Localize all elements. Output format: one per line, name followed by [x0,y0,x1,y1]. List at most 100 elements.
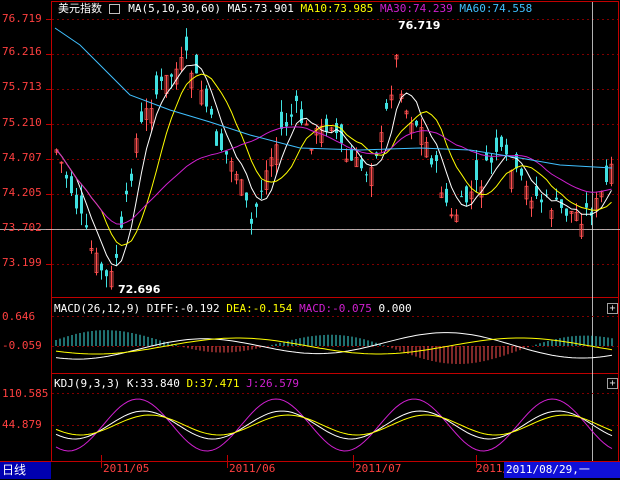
candle-body-90 [500,136,503,147]
main-panel-header: 美元指数 MA(5,10,30,60) MA5:73.901 MA10:73.9… [58,2,532,15]
period-tab-daily[interactable]: 日线 [0,462,51,479]
candle-body-21 [155,75,158,95]
y-tick-5: 74.707 [2,151,42,164]
candle-body-50 [300,109,303,124]
candle-body-57 [335,123,338,134]
ma30-value: MA30:74.239 [379,2,453,15]
candle-body-24 [170,74,173,77]
kdj-y-tick-2: 44.879 [2,418,42,431]
candle-body-98 [540,199,543,203]
ma-params: MA(5,10,30,60) [128,2,221,15]
candle-body-49 [295,95,298,102]
candle-body-67 [385,102,388,109]
kdj-expand-plus-icon[interactable]: + [607,378,618,389]
cursor-date-label: 2011/08/29,一 [504,462,620,478]
candle-body-89 [495,137,498,152]
candle-body-48 [290,114,293,117]
candle-body-35 [225,151,228,155]
macd-header: MACD(26,12,9) DIFF:-0.192 DEA:-0.154 MAC… [54,302,412,315]
macd-dea: DEA:-0.154 [226,302,293,315]
candle-body-91 [505,144,508,155]
candle-body-11 [105,270,108,277]
kdj-d: D:37.471 [186,377,240,390]
kdj-j: J:26.579 [246,377,300,390]
high-annotation: 76.719 [398,19,441,32]
candlestick-icon [108,4,120,14]
macd-expand-plus-icon[interactable]: + [607,303,618,314]
macd-diff: DIFF:-0.192 [146,302,220,315]
candle-body-34 [220,133,223,150]
candle-body-42 [260,190,263,192]
index-name: 美元指数 [58,2,102,15]
candle-body-22 [160,76,163,81]
candle-body-15 [125,190,128,195]
candle-body-41 [255,203,258,207]
kdj-header: KDJ(9,3,3) K:33.840 D:37.471 J:26.579 [54,377,299,390]
candle-body-103 [565,208,568,216]
macd-params: MACD(26,12,9) [54,302,141,315]
candle-body-60 [350,149,353,161]
candle-body-93 [515,154,518,169]
macd-diff-line [55,332,613,360]
kdj-k: K:33.840 [126,377,180,390]
y-tick-7: 73.702 [2,221,42,234]
candle-body-79 [445,188,448,203]
ma60-value: MA60:74.558 [459,2,533,15]
candle-body-46 [280,111,283,129]
macd-y-tick-2: -0.059 [2,339,42,352]
ma5-line [56,64,612,267]
x-label-may: 2011/05 [103,462,150,475]
macd-value: MACD:-0.075 [299,302,372,315]
candle-body-5 [75,194,78,209]
candle-body-39 [245,192,248,201]
x-label-jul: 2011/07 [355,462,402,475]
y-tick-1: 76.719 [2,12,42,25]
ma60-line [54,27,613,169]
ma30-line [56,126,612,225]
candle-body-13 [115,253,118,258]
candle-body-83 [465,186,468,203]
candle-body-27 [185,36,188,51]
candle-body-3 [65,174,68,179]
candle-body-107 [585,203,588,208]
chart-window: 美元指数 MA(5,10,30,60) MA5:73.901 MA10:73.9… [0,0,620,480]
y-tick-4: 75.210 [2,116,42,129]
candle-body-32 [210,108,213,115]
candle-body-14 [120,216,123,228]
candle-body-4 [70,176,73,194]
kdj-y-tick-1: 110.585 [2,387,49,400]
candle-body-18 [140,111,143,122]
candle-body-10 [100,263,103,271]
candle-body-63 [365,174,368,176]
candle-body-31 [205,88,208,107]
y-tick-6: 74.205 [2,186,42,199]
candle-body-94 [520,168,523,176]
candle-body-76 [430,158,433,165]
candle-body-82 [460,196,463,198]
kdj-params: KDJ(9,3,3) [54,377,121,390]
candle-body-33 [215,131,218,146]
candle-body-6 [80,195,83,214]
candle-body-7 [85,225,88,228]
candle-body-62 [360,159,363,169]
y-tick-8: 73.199 [2,256,42,269]
macd-y-tick-1: 0.646 [2,310,36,323]
candle-body-101 [555,197,558,200]
kline-chart-canvas[interactable] [0,0,620,480]
ma5-value: MA5:73.901 [227,2,294,15]
candle-body-73 [415,120,418,126]
low-annotation: 72.696 [118,283,161,296]
candle-body-40 [250,218,253,224]
candle-body-88 [490,157,493,163]
ma10-value: MA10:73.985 [300,2,374,15]
candle-body-29 [195,54,198,74]
candle-body-87 [485,152,488,161]
y-tick-2: 76.216 [2,45,42,58]
candle-body-16 [130,173,133,181]
y-tick-3: 75.713 [2,80,42,93]
candle-body-47 [285,122,288,127]
candle-body-85 [475,160,478,181]
x-label-jun: 2011/06 [229,462,276,475]
macd-extra: 0.000 [378,302,412,315]
candle-body-77 [435,155,438,162]
